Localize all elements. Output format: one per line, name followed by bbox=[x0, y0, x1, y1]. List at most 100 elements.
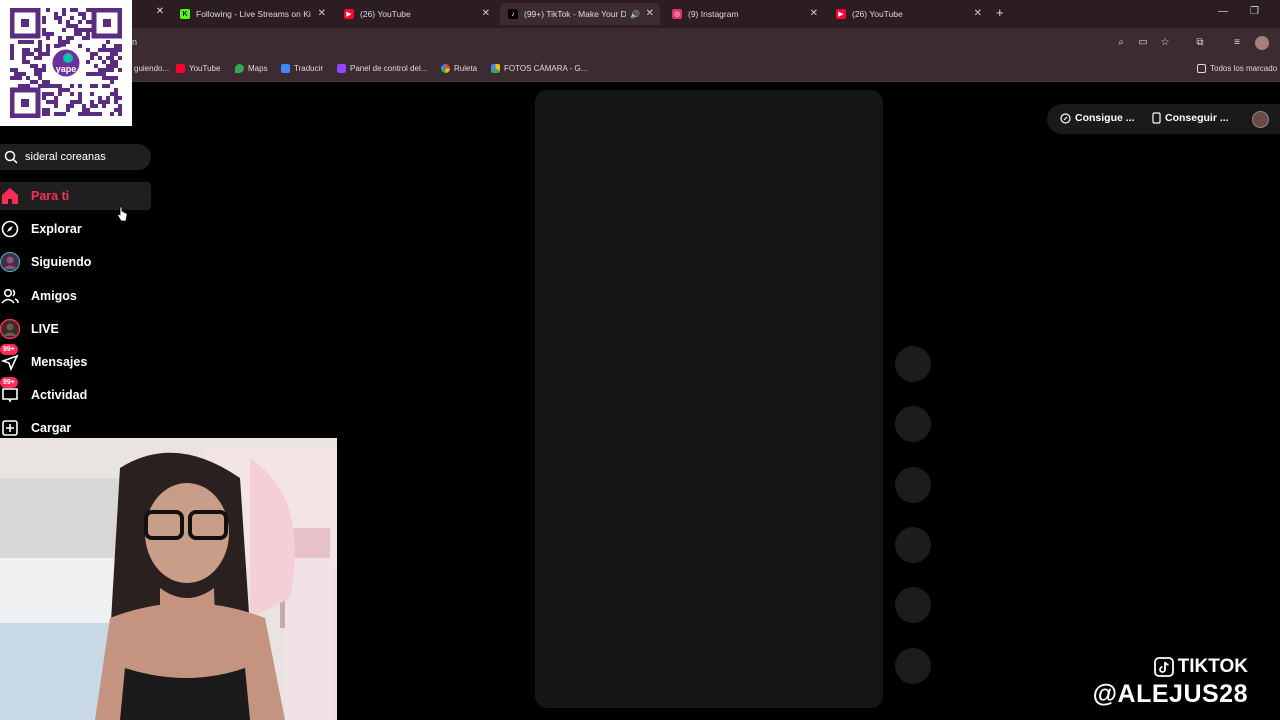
tab-youtube-2[interactable]: ▶ (26) YouTube ✕ bbox=[828, 3, 988, 25]
sidebar-item-actividad[interactable]: 99+ Actividad bbox=[0, 377, 151, 409]
action-button-placeholder[interactable] bbox=[895, 527, 931, 563]
folder-icon bbox=[1197, 64, 1206, 73]
sidebar-item-label: Mensajes bbox=[31, 355, 88, 369]
cast-icon[interactable]: ▭ bbox=[1137, 37, 1149, 49]
close-tab-icon[interactable]: ✕ bbox=[482, 8, 490, 19]
phone-icon bbox=[1152, 112, 1161, 124]
address-bar[interactable]: n ⌕ ▭ ☆ ⧉ ≡ bbox=[0, 28, 1280, 58]
star-icon[interactable]: ☆ bbox=[1159, 37, 1171, 49]
close-tab-icon[interactable]: ✕ bbox=[154, 6, 166, 18]
home-icon bbox=[0, 186, 20, 206]
coin-icon bbox=[1060, 112, 1071, 124]
bookmark-item[interactable]: Ruleta bbox=[441, 64, 477, 73]
kick-icon: K bbox=[180, 9, 190, 19]
tab-kick[interactable]: K Following - Live Streams on Ki ✕ bbox=[172, 3, 332, 25]
bookmarks-bar: guiendo... YouTube Maps Traducir Panel d… bbox=[0, 58, 1280, 82]
search-icon bbox=[4, 150, 18, 164]
bookmark-label: Maps bbox=[248, 64, 268, 73]
get-coins-button[interactable]: Consigue ... bbox=[1060, 112, 1135, 124]
sidebar-item-label: Cargar bbox=[31, 421, 72, 435]
get-app-label: Conseguir ... bbox=[1165, 112, 1229, 124]
close-tab-icon[interactable]: ✕ bbox=[318, 8, 326, 19]
search-input[interactable]: sideral coreanas bbox=[0, 144, 151, 170]
avatar-icon bbox=[0, 252, 20, 272]
bookmark-label: FOTOS CÁMARA - G... bbox=[504, 64, 588, 73]
youtube-icon: ▶ bbox=[344, 9, 354, 19]
action-button-placeholder[interactable] bbox=[895, 587, 931, 623]
close-tab-icon[interactable]: ✕ bbox=[810, 8, 818, 19]
compass-icon bbox=[0, 219, 20, 239]
minimize-icon[interactable]: — bbox=[1218, 6, 1228, 17]
action-button-placeholder[interactable] bbox=[895, 406, 931, 442]
notification-badge: 99+ bbox=[0, 344, 18, 355]
close-tab-icon[interactable]: ✕ bbox=[974, 8, 982, 19]
sidebar-item-amigos[interactable]: Amigos bbox=[0, 282, 151, 310]
tab-label: (99+) TikTok - Make Your Da bbox=[524, 9, 626, 19]
sidebar-item-label: Amigos bbox=[31, 289, 77, 303]
sidebar-item-label: Siguiendo bbox=[31, 255, 92, 269]
tab-instagram[interactable]: ◎ (9) Instagram ✕ bbox=[664, 3, 824, 25]
tab-label: (9) Instagram bbox=[688, 9, 739, 19]
profile-avatar[interactable] bbox=[1255, 36, 1269, 50]
browser-tab-strip: ✕ K Following - Live Streams on Ki ✕ ▶ (… bbox=[0, 0, 1280, 28]
tab-tiktok[interactable]: ♪ (99+) TikTok - Make Your Da 🔊 ✕ bbox=[500, 3, 660, 25]
sidebar-item-label: LIVE bbox=[31, 322, 59, 336]
sidebar-item-para-ti[interactable]: Para ti bbox=[0, 182, 151, 210]
drive-icon bbox=[491, 64, 500, 73]
bookmark-label: YouTube bbox=[189, 64, 221, 73]
google-icon bbox=[441, 64, 450, 73]
friends-icon bbox=[0, 286, 20, 306]
speaker-icon[interactable]: 🔊 bbox=[630, 10, 640, 19]
close-tab-icon[interactable]: ✕ bbox=[646, 8, 654, 19]
search-value: sideral coreanas bbox=[25, 151, 106, 163]
twitch-icon bbox=[337, 64, 346, 73]
action-button-placeholder[interactable] bbox=[895, 467, 931, 503]
get-app-button[interactable]: Conseguir ... bbox=[1152, 112, 1229, 124]
tab-label: Following - Live Streams on Ki bbox=[196, 9, 311, 19]
new-tab-icon[interactable]: + bbox=[996, 5, 1004, 20]
action-button-placeholder[interactable] bbox=[895, 346, 931, 382]
extensions-icon[interactable]: ⧉ bbox=[1194, 37, 1206, 49]
sidebar-item-mensajes[interactable]: 99+ Mensajes bbox=[0, 344, 151, 376]
sidebar-item-siguiendo[interactable]: Siguiendo bbox=[0, 248, 151, 276]
bookmark-item[interactable]: YouTube bbox=[176, 64, 220, 73]
youtube-icon: ▶ bbox=[836, 9, 846, 19]
qr-code-icon: yape bbox=[10, 8, 122, 118]
webcam-overlay bbox=[0, 438, 337, 720]
upload-icon bbox=[0, 418, 20, 438]
zoom-icon[interactable]: ⌕ bbox=[1115, 37, 1127, 49]
live-avatar-icon bbox=[0, 319, 20, 339]
webcam-feed-image bbox=[0, 438, 337, 720]
bookmark-item[interactable]: guiendo... bbox=[134, 64, 169, 73]
tab-label: (26) YouTube bbox=[360, 9, 411, 19]
bookmark-label: Traducir bbox=[294, 64, 324, 73]
sidebar-item-explorar[interactable]: Explorar bbox=[0, 215, 151, 243]
bookmark-item[interactable]: Panel de control del... bbox=[337, 64, 427, 73]
youtube-icon bbox=[176, 64, 185, 73]
translate-icon bbox=[281, 64, 290, 73]
hand-cursor-icon bbox=[117, 206, 128, 222]
user-avatar[interactable] bbox=[1252, 111, 1269, 128]
sidebar-item-live[interactable]: LIVE bbox=[0, 315, 151, 343]
url-text[interactable]: n bbox=[132, 37, 137, 47]
tab-label: (26) YouTube bbox=[852, 9, 903, 19]
get-coins-label: Consigue ... bbox=[1075, 112, 1135, 124]
screen: ✕ K Following - Live Streams on Ki ✕ ▶ (… bbox=[0, 0, 1280, 720]
media-icon[interactable]: ≡ bbox=[1231, 37, 1243, 49]
action-button-placeholder[interactable] bbox=[895, 648, 931, 684]
messages-icon bbox=[0, 352, 20, 372]
activity-icon bbox=[0, 385, 20, 405]
bookmark-item[interactable]: Traducir bbox=[281, 64, 323, 73]
tab-youtube-1[interactable]: ▶ (26) YouTube ✕ bbox=[336, 3, 496, 25]
video-placeholder[interactable] bbox=[535, 90, 883, 708]
bookmark-item[interactable]: FOTOS CÁMARA - G... bbox=[491, 64, 587, 73]
stream-watermark: TIKTOK @ALEJUS28 bbox=[1093, 656, 1248, 709]
notification-badge: 99+ bbox=[0, 377, 18, 388]
restore-icon[interactable]: ❐ bbox=[1250, 6, 1259, 17]
maps-icon bbox=[235, 64, 244, 73]
bookmark-item[interactable]: Maps bbox=[235, 64, 268, 73]
sidebar-item-label: Explorar bbox=[31, 222, 82, 236]
svg-text:yape: yape bbox=[56, 64, 77, 74]
instagram-icon: ◎ bbox=[672, 9, 682, 19]
all-bookmarks[interactable]: Todos los marcado bbox=[1197, 64, 1277, 73]
